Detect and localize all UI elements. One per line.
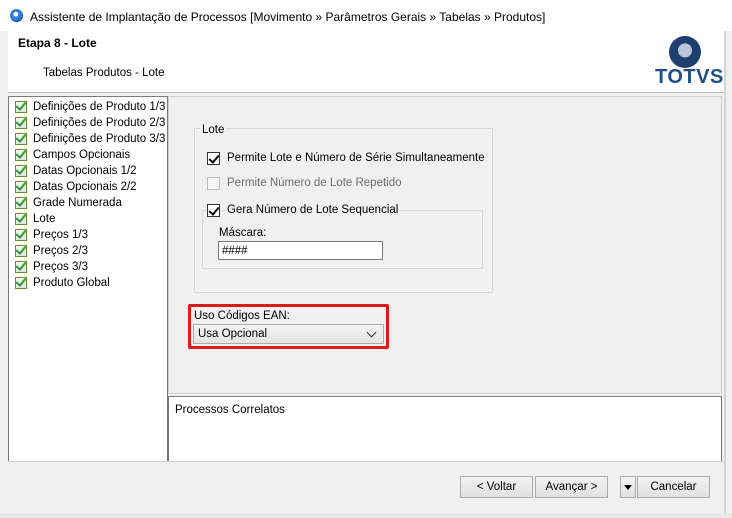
checkmark-icon <box>15 277 27 289</box>
checkmark-icon <box>15 245 27 257</box>
checkmark-icon <box>15 213 27 225</box>
header-divider <box>8 92 724 93</box>
checkbox-lote-repetido[interactable] <box>207 177 220 190</box>
step-item-campos-opcionais[interactable]: Campos Opcionais <box>15 147 130 163</box>
steps-list: Definições de Produto 1/3 Definições de … <box>8 96 168 462</box>
step-item-precos-3[interactable]: Preços 3/3 <box>15 259 88 275</box>
lote-group-title: Lote <box>200 124 227 136</box>
step-subtitle: Tabelas Produtos - Lote <box>43 67 165 79</box>
step-title: Etapa 8 - Lote <box>18 36 97 50</box>
window-bottom-edge <box>0 513 732 518</box>
checkmark-icon <box>15 229 27 241</box>
checkbox-lote-sequencial[interactable] <box>207 204 220 217</box>
ean-select-value: Usa Opcional <box>198 328 268 340</box>
step-item-produto-global[interactable]: Produto Global <box>15 275 110 291</box>
checkmark-icon <box>15 101 27 113</box>
step-item-datas-2[interactable]: Datas Opcionais 2/2 <box>15 179 137 195</box>
totvs-logo-icon <box>669 36 701 68</box>
next-button[interactable]: Avançar > <box>535 476 608 498</box>
back-button[interactable]: < Voltar <box>460 476 533 498</box>
dropdown-arrow-icon <box>624 485 632 490</box>
checkbox-lote-serie-simultaneo-label: Permite Lote e Número de Série Simultane… <box>227 152 485 164</box>
checkmark-icon <box>15 261 27 273</box>
mask-label: Máscara: <box>219 227 267 239</box>
checkmark-icon <box>15 149 27 161</box>
checkmark-icon <box>15 165 27 177</box>
checkmark-icon <box>15 133 27 145</box>
step-item-lote[interactable]: Lote <box>15 211 55 227</box>
step-item-grade-numerada[interactable]: Grade Numerada <box>15 195 122 211</box>
step-item-definicoes-3[interactable]: Definições de Produto 3/3 <box>15 131 165 147</box>
related-processes-title: Processos Correlatos <box>175 404 285 416</box>
window-title: Assistente de Implantação de Processos [… <box>30 10 546 24</box>
checkmark-icon <box>15 197 27 209</box>
options-menu-button[interactable] <box>620 476 636 498</box>
step-item-datas-1[interactable]: Datas Opcionais 1/2 <box>15 163 137 179</box>
chevron-down-icon <box>366 329 378 339</box>
step-item-definicoes-1[interactable]: Definições de Produto 1/3 <box>15 99 165 115</box>
checkmark-icon <box>15 117 27 129</box>
mask-input[interactable] <box>218 241 383 260</box>
step-item-definicoes-2[interactable]: Definições de Produto 2/3 <box>15 115 165 131</box>
checkbox-lote-serie-simultaneo[interactable] <box>207 152 220 165</box>
ean-select[interactable]: Usa Opcional <box>193 324 384 344</box>
checkbox-lote-sequencial-label: Gera Número de Lote Sequencial <box>227 204 402 216</box>
checkbox-lote-repetido-label: Permite Número de Lote Repetido <box>227 177 402 189</box>
step-item-precos-1[interactable]: Preços 1/3 <box>15 227 88 243</box>
step-item-precos-2[interactable]: Preços 2/3 <box>15 243 88 259</box>
wizard-header <box>8 31 724 92</box>
totvs-logo-text: TOTVS <box>655 66 724 88</box>
app-icon <box>10 9 23 22</box>
footer-divider <box>8 461 724 462</box>
window-frame-edge <box>724 31 726 518</box>
ean-label: Uso Códigos EAN: <box>194 310 290 322</box>
cancel-button[interactable]: Cancelar <box>637 476 710 498</box>
checkmark-icon <box>15 181 27 193</box>
sequencial-group-box <box>202 210 483 269</box>
